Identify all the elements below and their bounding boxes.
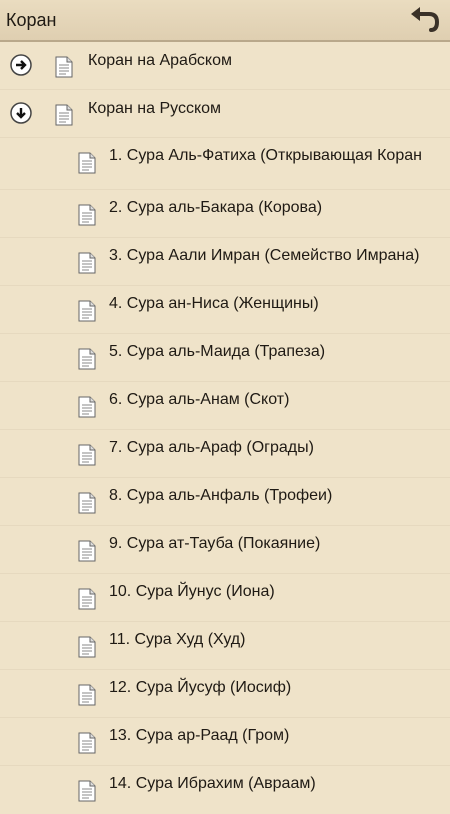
sura-label: 1. Сура Аль-Фатиха (Открывающая Коран bbox=[109, 147, 422, 164]
document-icon bbox=[55, 104, 73, 126]
back-button[interactable] bbox=[406, 2, 442, 38]
sura-label: 3. Сура Аали Имран (Семейство Имрана) bbox=[109, 247, 420, 264]
sura-item-11[interactable]: 11. Сура Худ (Худ) bbox=[0, 622, 450, 670]
section-label: Коран на Арабском bbox=[88, 52, 233, 69]
arrow-down-circle-icon[interactable] bbox=[10, 102, 32, 124]
sura-label: 8. Сура аль-Анфаль (Трофеи) bbox=[109, 487, 333, 504]
document-icon bbox=[78, 300, 96, 322]
quran-tree-list: Коран на Арабском Коран на Русском 1. Су… bbox=[0, 42, 450, 814]
arrow-right-circle-icon[interactable] bbox=[10, 54, 32, 76]
sura-label: 14. Сура Ибрахим (Авраам) bbox=[109, 775, 316, 792]
document-icon bbox=[78, 588, 96, 610]
document-icon bbox=[78, 444, 96, 466]
document-icon bbox=[78, 636, 96, 658]
sura-item-13[interactable]: 13. Сура ар-Раад (Гром) bbox=[0, 718, 450, 766]
document-icon bbox=[78, 152, 96, 174]
sura-item-12[interactable]: 12. Сура Йусуф (Иосиф) bbox=[0, 670, 450, 718]
document-icon bbox=[78, 492, 96, 514]
document-icon bbox=[78, 732, 96, 754]
sura-label: 13. Сура ар-Раад (Гром) bbox=[109, 727, 290, 744]
sura-label: 11. Сура Худ (Худ) bbox=[109, 631, 246, 648]
sura-item-10[interactable]: 10. Сура Йунус (Иона) bbox=[0, 574, 450, 622]
sura-item-8[interactable]: 8. Сура аль-Анфаль (Трофеи) bbox=[0, 478, 450, 526]
document-icon bbox=[78, 204, 96, 226]
section-arabic[interactable]: Коран на Арабском bbox=[0, 42, 450, 90]
sura-label: 7. Сура аль-Араф (Ограды) bbox=[109, 439, 314, 456]
sura-item-1[interactable]: 1. Сура Аль-Фатиха (Открывающая Коран bbox=[0, 138, 450, 190]
document-icon bbox=[78, 348, 96, 370]
sura-label: 12. Сура Йусуф (Иосиф) bbox=[109, 679, 292, 696]
sura-label: 6. Сура аль-Анам (Скот) bbox=[109, 391, 290, 408]
document-icon bbox=[78, 396, 96, 418]
document-icon bbox=[78, 684, 96, 706]
sura-item-4[interactable]: 4. Сура ан-Ниса (Женщины) bbox=[0, 286, 450, 334]
section-label: Коран на Русском bbox=[88, 100, 222, 117]
sura-label: 4. Сура ан-Ниса (Женщины) bbox=[109, 295, 319, 312]
sura-item-14[interactable]: 14. Сура Ибрахим (Авраам) bbox=[0, 766, 450, 814]
sura-item-7[interactable]: 7. Сура аль-Араф (Ограды) bbox=[0, 430, 450, 478]
sura-item-5[interactable]: 5. Сура аль-Маида (Трапеза) bbox=[0, 334, 450, 382]
document-icon bbox=[78, 252, 96, 274]
sura-label: 2. Сура аль-Бакара (Корова) bbox=[109, 199, 323, 216]
sura-item-9[interactable]: 9. Сура ат-Тауба (Покаяние) bbox=[0, 526, 450, 574]
sura-item-6[interactable]: 6. Сура аль-Анам (Скот) bbox=[0, 382, 450, 430]
document-icon bbox=[78, 780, 96, 802]
sura-label: 5. Сура аль-Маида (Трапеза) bbox=[109, 343, 326, 360]
document-icon bbox=[55, 56, 73, 78]
top-bar: Коран bbox=[0, 0, 450, 42]
sura-item-2[interactable]: 2. Сура аль-Бакара (Корова) bbox=[0, 190, 450, 238]
document-icon bbox=[78, 540, 96, 562]
sura-label: 9. Сура ат-Тауба (Покаяние) bbox=[109, 535, 321, 552]
app-title: Коран bbox=[6, 9, 57, 30]
sura-label: 10. Сура Йунус (Иона) bbox=[109, 583, 275, 600]
section-russian[interactable]: Коран на Русском bbox=[0, 90, 450, 138]
back-arrow-icon bbox=[411, 7, 439, 32]
sura-item-3[interactable]: 3. Сура Аали Имран (Семейство Имрана) bbox=[0, 238, 450, 286]
